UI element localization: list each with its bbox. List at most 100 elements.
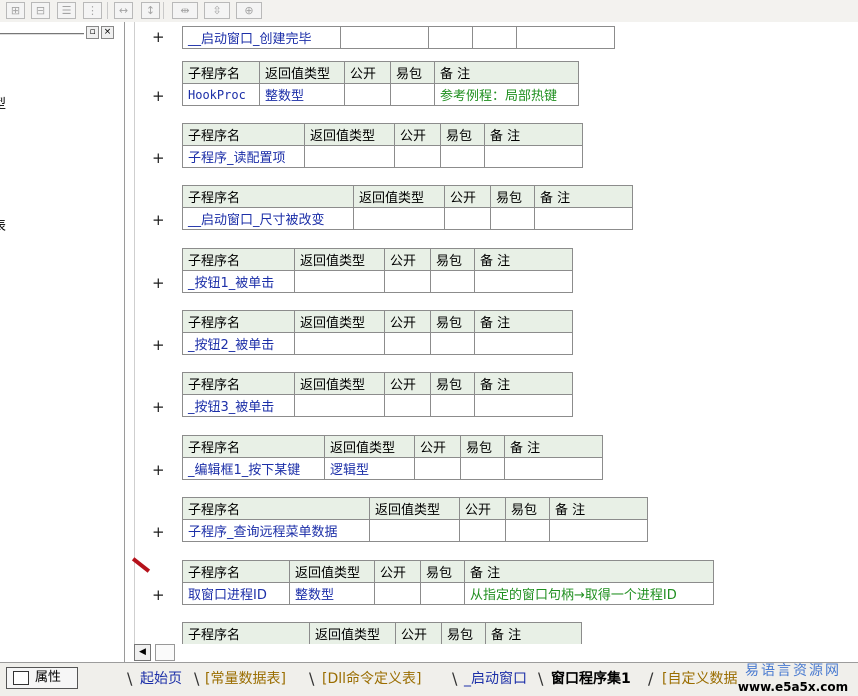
space-horizontal-icon[interactable]: ⇹ <box>172 2 198 19</box>
routine-name-cell[interactable]: _按钮3_被单击 <box>182 394 295 417</box>
tab-separator: \ <box>538 669 544 688</box>
tab-dll-commands[interactable]: [Dll命令定义表] <box>322 669 421 689</box>
comment-cell[interactable] <box>516 26 615 49</box>
align-center-icon[interactable]: ⊟ <box>31 2 50 19</box>
tab-window-program-set[interactable]: 窗口程序集1 <box>551 669 631 689</box>
return-type-cell[interactable]: 整数型 <box>259 83 345 106</box>
column-header-comment: 备 注 <box>474 372 573 395</box>
routine-table: 子程序名 返回值类型 公开 易包备 注子程序_读配置项 <box>182 123 583 168</box>
column-header-public: 公开 <box>344 61 391 84</box>
comment-cell[interactable] <box>474 394 573 417</box>
public-cell[interactable] <box>384 394 431 417</box>
column-header-easy: 易包 <box>505 497 550 520</box>
public-cell[interactable] <box>459 519 506 542</box>
comment-cell[interactable] <box>474 270 573 293</box>
align-middle-icon[interactable]: ⋮ <box>83 2 102 19</box>
easy-package-cell[interactable] <box>430 270 475 293</box>
align-grid-icon[interactable]: ⊞ <box>6 2 25 19</box>
comment-cell[interactable]: 参考例程：局部热键 <box>434 83 579 106</box>
routine-name-cell[interactable]: 子程序_读配置项 <box>182 145 305 168</box>
return-type-cell[interactable] <box>294 270 385 293</box>
easy-package-cell[interactable] <box>430 394 475 417</box>
comment-cell[interactable] <box>549 519 648 542</box>
return-type-cell[interactable] <box>369 519 460 542</box>
column-header-easy: 易包 <box>430 248 475 271</box>
bottom-tab-bar: 属性 \ 起始页 \ [常量数据表] \ [Dll命令定义表] \ _启动窗口 … <box>0 662 858 696</box>
expand-icon[interactable]: + <box>152 275 166 291</box>
public-cell[interactable] <box>384 332 431 355</box>
easy-package-cell[interactable] <box>440 145 485 168</box>
expand-icon[interactable]: + <box>152 150 166 166</box>
public-cell[interactable] <box>444 207 491 230</box>
public-cell[interactable] <box>428 26 473 49</box>
column-header-public: 公开 <box>459 497 506 520</box>
public-cell[interactable] <box>344 83 391 106</box>
easy-package-cell[interactable] <box>505 519 550 542</box>
routine-name-cell[interactable]: 取窗口进程ID <box>182 582 290 605</box>
column-header-name: 子程序名 <box>182 310 295 333</box>
easy-package-cell[interactable] <box>472 26 517 49</box>
column-header-ret: 返回值类型 <box>353 185 445 208</box>
truncated-label[interactable]: 表 <box>0 215 6 234</box>
panel-grip[interactable] <box>0 33 84 35</box>
routine-table: 子程序名 返回值类型 公开 易包备 注 <box>182 622 582 645</box>
public-cell[interactable] <box>384 270 431 293</box>
expand-icon[interactable]: + <box>152 337 166 353</box>
routine-name-cell[interactable]: HookProc <box>182 83 260 106</box>
column-header-ret: 返回值类型 <box>309 622 396 645</box>
close-icon[interactable]: × <box>101 26 114 39</box>
routine-name-cell[interactable]: _编辑框1_按下某键 <box>182 457 325 480</box>
return-type-cell[interactable]: 逻辑型 <box>324 457 415 480</box>
expand-icon[interactable]: + <box>152 462 166 478</box>
comment-cell[interactable] <box>484 145 583 168</box>
routine-name-cell[interactable]: 子程序_查询远程菜单数据 <box>182 519 370 542</box>
tab-start-window[interactable]: _启动窗口 <box>464 669 527 689</box>
restore-icon[interactable]: ▫ <box>86 26 99 39</box>
public-cell[interactable] <box>414 457 461 480</box>
tab-constants[interactable]: [常量数据表] <box>205 669 286 689</box>
expand-icon[interactable]: + <box>152 399 166 415</box>
width-equal-icon[interactable]: ↔ <box>114 2 133 19</box>
expand-icon[interactable]: + <box>152 524 166 540</box>
properties-icon <box>13 671 29 685</box>
height-equal-icon[interactable]: ↕ <box>141 2 160 19</box>
routine-table: 子程序名 返回值类型 公开 易包备 注 HookProc 整数型 参考例程：局部热键 <box>182 61 579 106</box>
routine-table: 子程序名 返回值类型 公开 易包备 注 _编辑框1_按下某键 逻辑型 <box>182 435 603 480</box>
truncated-label[interactable]: 型 <box>0 93 6 112</box>
easy-package-cell[interactable] <box>420 582 465 605</box>
return-type-cell[interactable] <box>340 26 429 49</box>
return-type-cell[interactable] <box>294 394 385 417</box>
tab-start-page[interactable]: 起始页 <box>140 669 182 689</box>
expand-icon[interactable]: + <box>152 587 166 603</box>
return-type-cell[interactable] <box>304 145 395 168</box>
routine-name-cell[interactable]: _按钮2_被单击 <box>182 332 295 355</box>
easy-package-cell[interactable] <box>430 332 475 355</box>
easy-package-cell[interactable] <box>490 207 535 230</box>
routine-name-cell[interactable]: __启动窗口_创建完毕 <box>182 26 341 49</box>
align-top-icon[interactable]: ☰ <box>57 2 76 19</box>
comment-cell[interactable]: 从指定的窗口句柄→取得一个进程ID <box>464 582 714 605</box>
space-vertical-icon[interactable]: ⇳ <box>204 2 230 19</box>
tab-custom-data[interactable]: [自定义数据 <box>662 669 737 689</box>
size-both-icon[interactable]: ⊕ <box>236 2 262 19</box>
scroll-thumb[interactable] <box>155 644 175 661</box>
comment-cell[interactable] <box>534 207 633 230</box>
comment-cell[interactable] <box>504 457 603 480</box>
return-type-cell[interactable]: 整数型 <box>289 582 375 605</box>
return-type-cell[interactable] <box>353 207 445 230</box>
expand-icon[interactable]: + <box>152 88 166 104</box>
column-header-comment: 备 注 <box>484 123 583 146</box>
expand-icon[interactable]: + <box>152 212 166 228</box>
public-cell[interactable] <box>374 582 421 605</box>
comment-cell[interactable] <box>474 332 573 355</box>
return-type-cell[interactable] <box>294 332 385 355</box>
routine-name-cell[interactable]: _按钮1_被单击 <box>182 270 295 293</box>
routine-name-cell[interactable]: __启动窗口_尺寸被改变 <box>182 207 354 230</box>
expand-icon[interactable]: + <box>152 29 166 45</box>
easy-package-cell[interactable] <box>390 83 435 106</box>
scroll-left-icon[interactable]: ◀ <box>134 644 151 661</box>
public-cell[interactable] <box>394 145 441 168</box>
column-header-public: 公开 <box>395 622 442 645</box>
easy-package-cell[interactable] <box>460 457 505 480</box>
properties-button[interactable]: 属性 <box>6 667 78 689</box>
